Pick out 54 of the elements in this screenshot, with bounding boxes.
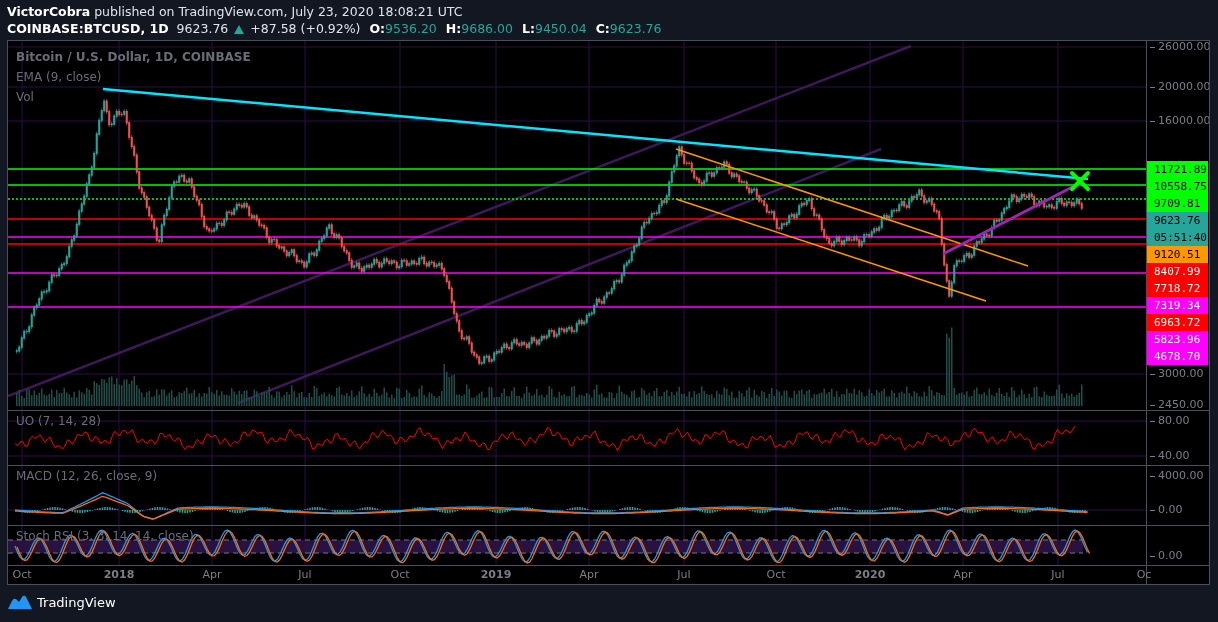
price-label: 9709.81: [1147, 195, 1208, 212]
logo-icon: [7, 594, 33, 610]
chart-legend: Vol: [16, 87, 251, 107]
price-label: 9120.51: [1147, 246, 1208, 263]
publish-info: VictorCobra published on TradingView.com, July 23, 2020 18:08:21 UTC: [7, 3, 464, 20]
ohlc-value: 9623.76: [609, 20, 662, 38]
price-label: 6963.72: [1147, 314, 1208, 331]
ohlc-label: C:: [595, 20, 610, 38]
axis-label: Oct: [390, 568, 410, 581]
brand-name: TradingView: [37, 594, 116, 610]
price-label: 7718.72: [1147, 280, 1208, 297]
price-label: 7319.34: [1147, 297, 1208, 314]
axis-label: Jul: [298, 568, 312, 581]
price-label: 05:51:40: [1147, 229, 1208, 246]
ohlc-value: 9450.04: [534, 20, 587, 38]
price-label: 5823.96: [1147, 331, 1208, 348]
axis-label: Apr: [953, 568, 973, 581]
axis-label: Oct: [766, 568, 786, 581]
ohlc-label: L:: [521, 20, 535, 38]
price-label: 8407.99: [1147, 263, 1208, 280]
axis-label: 0.00: [1150, 503, 1183, 517]
last-price: 9623.76: [176, 20, 229, 38]
axis-label: Apr: [579, 568, 599, 581]
axis-label: 0.00: [1150, 549, 1183, 563]
symbol-name: COINBASE:BTCUSD, 1D: [7, 20, 169, 38]
indicator-legend: UO (7, 14, 28): [16, 414, 101, 428]
axis-label: Jul: [677, 568, 691, 581]
axis-label: 2450.00: [1150, 398, 1204, 410]
ohlc-label: O:: [369, 20, 386, 38]
triangle-icon: [233, 24, 246, 34]
axis-label: 20000.00: [1150, 80, 1209, 94]
price-label: 10558.75: [1147, 178, 1208, 195]
axis-label: Jul: [1051, 568, 1065, 581]
indicator-legend: MACD (12, 26, close, 9): [16, 469, 158, 483]
axis-label: 2018: [103, 568, 135, 581]
ohlc-value: 9536.20: [385, 20, 437, 38]
axis-label: 2020: [854, 568, 886, 581]
axis-label: Oct: [12, 568, 32, 581]
chart-legend: Bitcoin / U.S. Dollar, 1D, COINBASE: [16, 47, 251, 67]
axis-label: 3000.00: [1150, 367, 1204, 381]
axis-label: Apr: [202, 568, 222, 581]
axis-label: 4000.00: [1150, 469, 1204, 483]
ohlc-label: H:: [445, 20, 462, 38]
price-change: +87.58 (+0.92%): [250, 20, 361, 38]
axis-label: 26000.00: [1150, 41, 1209, 54]
axis-label: 16000.00: [1150, 114, 1209, 128]
chart-legend: EMA (9, close): [16, 67, 251, 87]
price-label: 9623.76: [1147, 212, 1208, 229]
price-label: 4678.70: [1147, 348, 1208, 365]
axis-label: 2019: [480, 568, 512, 581]
price-label: 11721.89: [1147, 161, 1208, 178]
axis-label: 40.00: [1150, 449, 1190, 463]
axis-label: 80.00: [1150, 414, 1190, 428]
ohlc-value: 9686.00: [461, 20, 513, 38]
